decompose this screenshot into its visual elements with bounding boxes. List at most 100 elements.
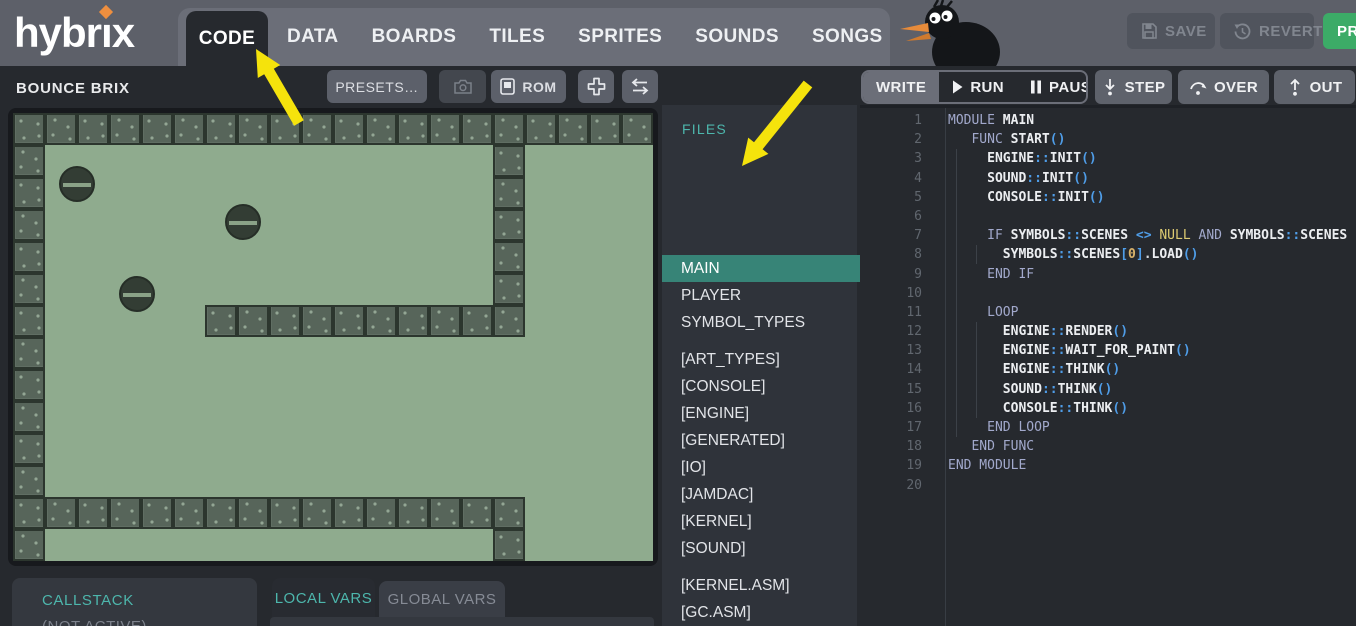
wall-tile [461, 113, 493, 145]
wall-tile [45, 113, 77, 145]
tab-songs[interactable]: SONGS [812, 26, 883, 48]
wall-tile [493, 497, 525, 529]
rom-label: ROM [522, 79, 556, 95]
wall-tile [493, 177, 525, 209]
file-item-art-types[interactable]: [ART_TYPES] [662, 346, 857, 373]
pause-icon [1030, 80, 1042, 94]
gutter-separator [945, 108, 946, 626]
save-label: SAVE [1165, 23, 1207, 40]
swap-button[interactable] [622, 70, 658, 103]
editor-code: MODULE MAIN FUNC START() ENGINE::INIT() … [948, 111, 1347, 495]
wall-tile [173, 113, 205, 145]
code-line: MODULE MAIN [948, 111, 1347, 130]
line-number: 14 [860, 360, 922, 379]
tab-tiles[interactable]: TILES [489, 26, 545, 48]
game-canvas[interactable] [13, 113, 653, 561]
wall-tile [13, 177, 45, 209]
code-line: ENGINE::INIT() [948, 149, 1347, 168]
revert-button[interactable]: REVERT [1220, 13, 1314, 49]
line-number: 9 [860, 265, 922, 284]
file-item-io[interactable]: [IO] [662, 454, 857, 481]
code-line: IF SYMBOLS::SCENES <> NULL AND SYMBOLS::… [948, 226, 1347, 245]
save-button[interactable]: SAVE [1127, 13, 1215, 49]
present-label: PR [1337, 23, 1356, 40]
file-item-main[interactable]: MAIN [662, 255, 870, 282]
tab-global-vars[interactable]: GLOBAL VARS [379, 581, 505, 617]
wall-tile [301, 305, 333, 337]
app-logo: hybrıx [14, 4, 134, 62]
run-button[interactable]: RUN [939, 72, 1017, 102]
wall-tile [173, 497, 205, 529]
tab-data[interactable]: DATA [287, 26, 339, 48]
pause-button[interactable]: PAUSE [1017, 72, 1088, 102]
vars-panel [270, 617, 654, 626]
code-line: END LOOP [948, 418, 1347, 437]
wall-tile [13, 273, 45, 305]
logo-diamond-icon [99, 5, 113, 19]
wall-tile [589, 113, 621, 145]
tab-boards[interactable]: BOARDS [372, 26, 457, 48]
file-item-generated[interactable]: [GENERATED] [662, 427, 857, 454]
out-label: OUT [1310, 79, 1343, 96]
file-item-symbol-types[interactable]: SYMBOL_TYPES [662, 309, 857, 336]
wall-tile [493, 305, 525, 337]
line-number: 12 [860, 322, 922, 341]
editor-gutter: 1234567891011121314151617181920 [860, 111, 922, 495]
tab-local-vars[interactable]: LOCAL VARS [272, 578, 375, 617]
wall-tile [397, 305, 429, 337]
wall-tile [397, 113, 429, 145]
wall-tile [429, 113, 461, 145]
file-item-console[interactable]: [CONSOLE] [662, 373, 857, 400]
wall-tile [205, 113, 237, 145]
presets-button[interactable]: PRESETS… [327, 70, 427, 103]
wall-tile [77, 497, 109, 529]
file-item-sound[interactable]: [SOUND] [662, 535, 857, 562]
screenshot-button[interactable] [439, 70, 486, 103]
wall-tile [237, 113, 269, 145]
wall-tile [333, 113, 365, 145]
code-line: CONSOLE::INIT() [948, 188, 1347, 207]
code-line: ENGINE::WAIT_FOR_PAINT() [948, 341, 1347, 360]
write-mode-button[interactable]: WRITE [863, 72, 939, 102]
file-item-player[interactable]: PLAYER [662, 282, 857, 309]
presets-label: PRESETS… [335, 79, 418, 95]
tab-sprites[interactable]: SPRITES [578, 26, 662, 48]
wall-tile [493, 145, 525, 177]
tab-sounds[interactable]: SOUNDS [695, 26, 779, 48]
file-item-jamdac[interactable]: [JAMDAC] [662, 481, 857, 508]
step-button[interactable]: STEP [1095, 70, 1172, 104]
file-item-kernel-asm[interactable]: [KERNEL.ASM] [662, 572, 857, 599]
file-item-engine[interactable]: [ENGINE] [662, 400, 857, 427]
out-icon [1287, 78, 1303, 96]
line-number: 3 [860, 149, 922, 168]
code-line: ENGINE::RENDER() [948, 322, 1347, 341]
out-button[interactable]: OUT [1274, 70, 1355, 104]
run-icon [952, 80, 963, 94]
wall-tile [109, 497, 141, 529]
gamepad-button[interactable] [578, 70, 614, 103]
run-label: RUN [970, 79, 1004, 96]
over-icon [1189, 79, 1207, 96]
nav-tab-list: DATA BOARDS TILES SPRITES SOUNDS SONGS [287, 8, 883, 66]
tab-code[interactable]: CODE [186, 11, 268, 66]
wall-tile [557, 113, 589, 145]
rom-button[interactable]: ROM [491, 70, 566, 103]
line-number: 5 [860, 188, 922, 207]
disc-sprite [225, 204, 261, 240]
code-line: SOUND::THINK() [948, 380, 1347, 399]
over-button[interactable]: OVER [1178, 70, 1269, 104]
wall-tile [13, 113, 45, 145]
wall-tile [493, 241, 525, 273]
code-line [948, 207, 1347, 226]
wall-tile [429, 497, 461, 529]
file-item-gc-asm[interactable]: [GC.ASM] [662, 599, 857, 626]
main-nav: CODE DATA BOARDS TILES SPRITES SOUNDS SO… [178, 8, 890, 66]
file-item-kernel[interactable]: [KERNEL] [662, 508, 857, 535]
callstack-panel: CALLSTACK (NOT ACTIVE) [12, 578, 257, 626]
wall-tile [237, 497, 269, 529]
code-editor[interactable]: 1234567891011121314151617181920 MODULE M… [860, 105, 1356, 626]
wall-tile [493, 113, 525, 145]
wall-tile [493, 273, 525, 305]
disc-sprite [119, 276, 155, 312]
present-button[interactable]: PR [1323, 13, 1356, 49]
